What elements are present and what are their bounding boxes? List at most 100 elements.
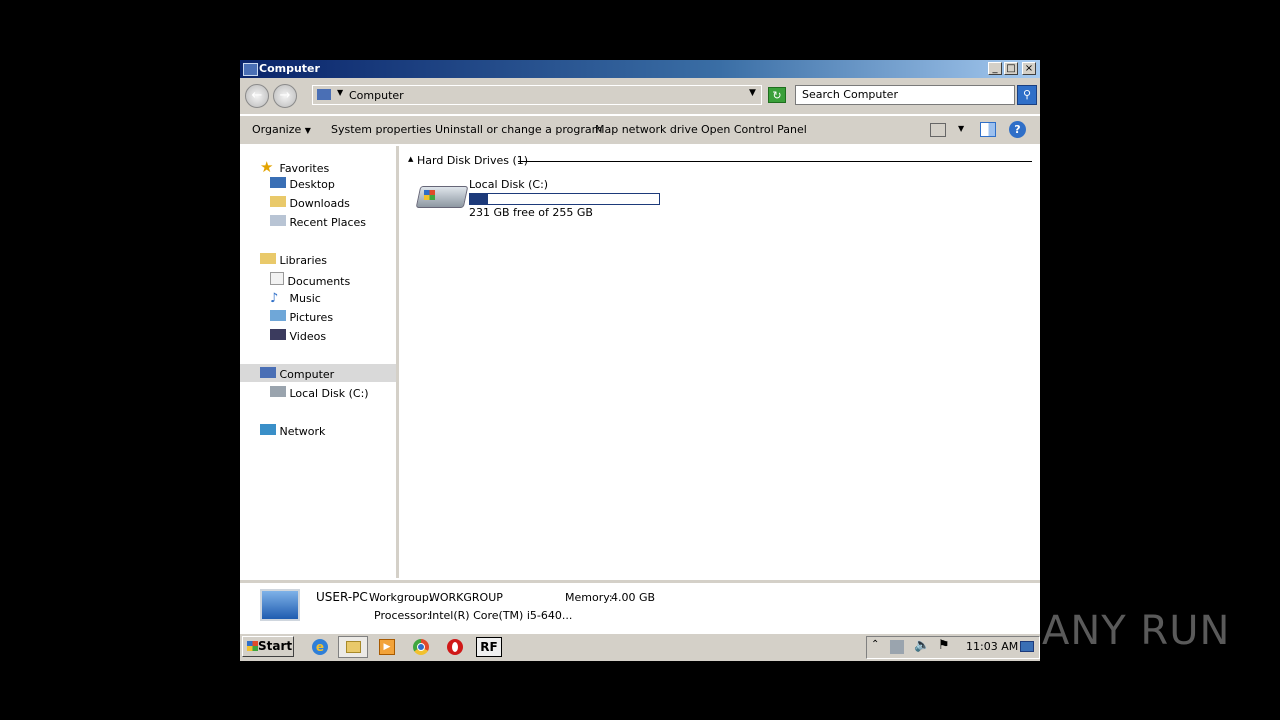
music-icon: ♪ [270,291,279,306]
sidebar-item-local-disk[interactable]: Local Disk (C:) [270,386,369,400]
address-dropdown-icon[interactable]: ▼ [749,88,756,98]
anyrun-watermark: ANY RUN [1042,608,1231,654]
sidebar-item-label: Libraries [279,254,328,267]
internet-explorer-icon[interactable]: e [312,639,328,655]
maximize-button[interactable]: □ [1004,62,1018,75]
rf-app-icon[interactable]: RF [476,637,502,657]
content-pane: ▲ Hard Disk Drives (1) Local Disk (C:) 2… [400,146,1040,578]
view-dropdown-icon[interactable]: ▼ [958,124,964,133]
drive-item-local-disk[interactable]: Local Disk (C:) 231 GB free of 255 GB [415,178,666,219]
folder-icon [346,641,361,653]
computer-icon [317,89,331,100]
map-network-drive-button[interactable]: Map network drive [595,123,698,136]
group-divider [518,161,1032,162]
sidebar-item-favorites[interactable]: ★ Favorites [260,158,330,176]
pc-name: USER-PC [316,590,368,604]
sidebar-item-pictures[interactable]: Pictures [270,310,333,324]
windows-logo-icon [247,641,258,651]
refresh-icon[interactable]: ↻ [768,87,786,103]
open-control-panel-button[interactable]: Open Control Panel [701,123,807,136]
action-center-icon[interactable] [890,640,904,654]
drive-free-space: 231 GB free of 255 GB [469,206,593,219]
address-box[interactable]: ▼ Computer ▼ [312,85,762,105]
media-player-icon[interactable]: ▶ [379,639,395,655]
processor-label: Processor: [374,609,431,622]
forward-button[interactable]: → [273,84,297,108]
show-desktop-icon[interactable] [1020,641,1034,652]
drive-usage-bar [469,193,660,205]
breadcrumb[interactable]: Computer [349,89,404,102]
chrome-icon[interactable] [413,639,429,655]
desktop-icon [270,177,286,188]
libraries-icon [260,253,276,264]
system-properties-button[interactable]: System properties [331,123,432,136]
group-header[interactable]: Hard Disk Drives (1) [417,154,528,167]
sidebar-item-libraries[interactable]: Libraries [260,253,327,267]
sidebar-item-label: Local Disk (C:) [289,387,369,400]
videos-icon [270,329,286,340]
workgroup-value: WORKGROUP [429,591,503,604]
start-button[interactable]: Start [242,636,294,657]
workgroup-label: Workgroup: [369,591,433,604]
documents-icon [270,272,284,285]
address-bar-row: ← → ▼ Computer ▼ ↻ Search Computer ⚲ [240,78,1040,114]
sidebar-item-videos[interactable]: Videos [270,329,326,343]
search-input[interactable]: Search Computer [795,85,1015,105]
command-bar: Organize ▼ System properties Uninstall o… [240,116,1040,144]
sidebar-item-label: Downloads [289,197,350,210]
tray-expand-icon[interactable]: ⌃ [871,639,879,650]
computer-icon [260,367,276,378]
minimize-button[interactable]: _ [988,62,1002,75]
flag-icon[interactable]: ⚑ [938,638,950,653]
sidebar-item-downloads[interactable]: Downloads [270,196,350,210]
sidebar-item-network[interactable]: Network [260,424,325,438]
windows-logo-icon [424,190,435,200]
explorer-window: Computer _ □ × ← → ▼ Computer ▼ ↻ Search… [240,60,1040,633]
sidebar-item-label: Computer [279,368,335,381]
opera-icon[interactable] [447,639,463,655]
computer-icon [243,63,258,76]
sidebar-item-label: Pictures [289,311,334,324]
sidebar-item-label: Documents [287,275,351,288]
sidebar-item-label: Favorites [279,162,330,175]
start-label: Start [258,639,293,653]
volume-icon[interactable]: 🔈 [914,638,930,653]
drive-usage-fill [470,194,488,204]
preview-pane-icon[interactable] [980,122,996,137]
title-bar[interactable]: Computer _ □ × [240,60,1040,78]
taskbar: Start e ▶ RF ⌃ 🔈 ⚑ 11:03 AM [240,633,1040,661]
network-icon [260,424,276,435]
collapse-icon[interactable]: ▲ [408,155,413,163]
star-icon: ★ [260,158,274,176]
drive-name: Local Disk (C:) [469,178,549,191]
view-options-icon[interactable] [930,123,946,137]
sidebar-item-recent-places[interactable]: Recent Places [270,215,366,229]
help-icon[interactable]: ? [1009,121,1026,138]
memory-label: Memory: [565,591,613,604]
sidebar-item-computer[interactable]: Computer [260,367,334,381]
back-button[interactable]: ← [245,84,269,108]
clock[interactable]: 11:03 AM [966,640,1018,653]
explorer-taskbar-button[interactable] [338,636,368,658]
computer-monitor-icon [260,589,300,621]
sidebar-item-desktop[interactable]: Desktop [270,177,335,191]
sidebar-item-label: Videos [289,330,327,343]
hard-drive-icon [270,386,286,397]
recent-places-icon [270,215,286,226]
memory-value: 4.00 GB [611,591,656,604]
sidebar-item-label: Recent Places [289,216,367,229]
sidebar-item-documents[interactable]: Documents [270,272,350,288]
organize-button[interactable]: Organize ▼ [252,123,311,136]
sidebar-item-label: Network [279,425,326,438]
sidebar-item-label: Desktop [289,178,335,191]
processor-value: Intel(R) Core(TM) i5-640... [429,609,573,622]
close-button[interactable]: × [1022,62,1036,75]
navigation-pane: ★ Favorites Desktop Downloads Recent Pla… [240,146,399,578]
breadcrumb-chevron-icon[interactable]: ▼ [337,88,343,97]
uninstall-button[interactable]: Uninstall or change a program [435,123,602,136]
sidebar-item-music[interactable]: ♪ Music [270,291,321,306]
window-title: Computer [259,62,320,75]
sidebar-item-label: Music [289,292,321,305]
details-pane: USER-PC Workgroup: WORKGROUP Memory: 4.0… [240,580,1040,633]
search-icon[interactable]: ⚲ [1017,85,1037,105]
